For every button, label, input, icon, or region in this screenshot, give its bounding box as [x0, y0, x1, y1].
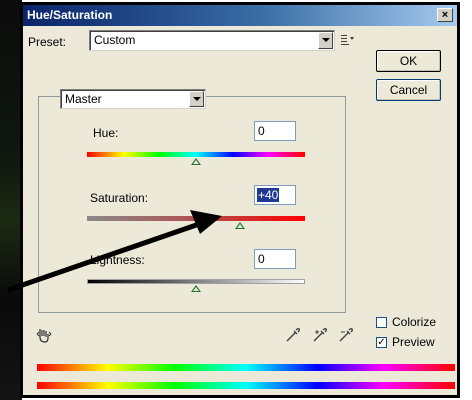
annotation-arrow [7, 210, 222, 293]
